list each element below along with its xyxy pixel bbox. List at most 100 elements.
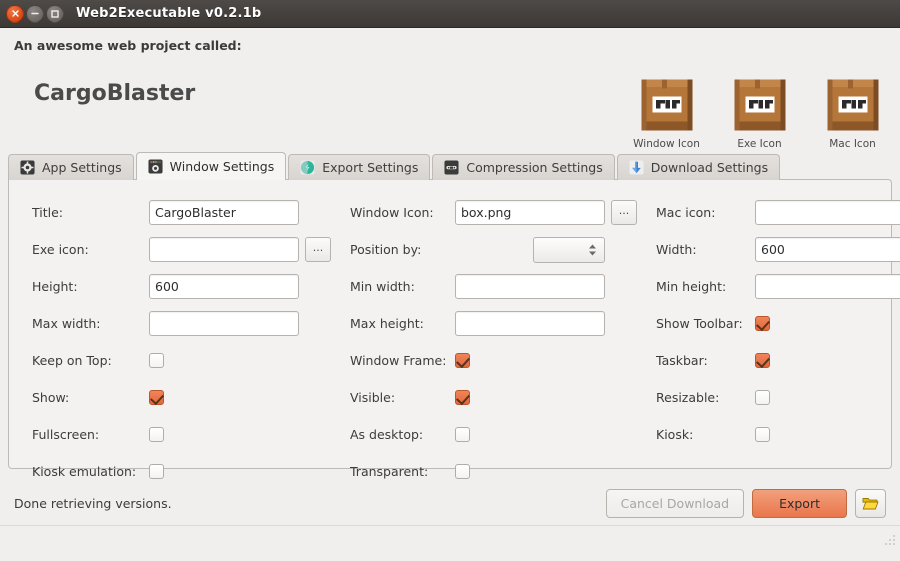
label-show-toolbar: Show Toolbar:	[656, 316, 743, 331]
label-kiosk: Kiosk:	[656, 427, 694, 442]
label-title: Title:	[32, 205, 63, 220]
label-resizable: Resizable:	[656, 390, 720, 405]
kiosk-checkbox[interactable]	[755, 427, 770, 442]
window-icon-browse-button[interactable]: ...	[611, 200, 637, 225]
tab-app-settings[interactable]: App Settings	[8, 154, 134, 180]
show-toolbar-checkbox[interactable]	[755, 316, 770, 331]
field-max-height-wrap	[455, 311, 605, 336]
field-min-height-wrap	[755, 274, 900, 299]
label-as-desktop: As desktop:	[350, 427, 424, 442]
as-desktop-checkbox[interactable]	[455, 427, 470, 442]
mac-icon-preview[interactable]: Mac Icon	[815, 76, 890, 150]
label-position-by: Position by:	[350, 242, 422, 257]
export-button[interactable]: Export	[752, 488, 847, 518]
field-position-by-wrap	[455, 236, 605, 263]
box-icon	[641, 79, 692, 131]
max-height-input[interactable]	[455, 311, 605, 336]
tab-label: App Settings	[42, 160, 122, 175]
field-keep-on-top-wrap	[149, 353, 299, 368]
window-icon-browse-wrap: ...	[605, 200, 643, 225]
window-titlebar: Web2Executable v0.2.1b	[0, 0, 900, 28]
window-icon	[148, 159, 163, 174]
field-width-wrap	[755, 237, 900, 262]
window-settings-panel: Title: Window Icon: ... Mac icon: ... Ex…	[8, 179, 900, 479]
maximize-button[interactable]	[46, 4, 64, 23]
gear-icon	[20, 160, 35, 175]
field-show-toolbar-wrap	[755, 316, 900, 331]
label-transparent: Transparent:	[350, 464, 429, 479]
window-icon-input[interactable]	[455, 200, 605, 225]
fullscreen-checkbox[interactable]	[149, 427, 164, 442]
field-window-icon-wrap	[455, 200, 605, 225]
min-width-input[interactable]	[455, 274, 605, 299]
field-transparent-wrap	[455, 464, 605, 479]
field-max-width-wrap	[149, 311, 299, 336]
mac-icon-caption: Mac Icon	[829, 138, 876, 150]
window-frame-checkbox[interactable]	[455, 353, 470, 368]
tab-export-settings[interactable]: Export Settings	[288, 154, 431, 180]
title-input[interactable]	[149, 200, 299, 225]
exe-icon-preview[interactable]: Exe Icon	[722, 76, 797, 150]
cancel-download-button[interactable]: Cancel Download	[605, 488, 745, 518]
exe-icon-browse-wrap: ...	[299, 237, 337, 262]
tab-download-settings[interactable]: Download Settings	[616, 154, 781, 180]
app-header: An awesome web project called: CargoBlas…	[0, 28, 900, 152]
box-icon	[827, 79, 878, 131]
tab-label: Compression Settings	[466, 160, 603, 175]
field-resizable-wrap	[755, 390, 900, 405]
kiosk-emulation-checkbox[interactable]	[149, 464, 164, 479]
label-height: Height:	[32, 279, 78, 294]
label-window-frame: Window Frame:	[350, 353, 447, 368]
label-empty	[643, 453, 755, 490]
label-taskbar: Taskbar:	[656, 353, 708, 368]
field-window-frame-wrap	[455, 353, 605, 368]
taskbar-checkbox[interactable]	[755, 353, 770, 368]
download-icon	[629, 160, 644, 175]
window-controls	[6, 4, 64, 23]
exe-icon-caption: Exe Icon	[737, 138, 782, 150]
transparent-checkbox[interactable]	[455, 464, 470, 479]
export-icon	[300, 160, 315, 175]
window-icon-preview[interactable]: Window Icon	[629, 76, 704, 150]
visible-checkbox[interactable]	[455, 390, 470, 405]
label-width: Width:	[656, 242, 697, 257]
close-button[interactable]	[6, 4, 24, 23]
show-checkbox[interactable]	[149, 390, 164, 405]
spinner-arrows-icon	[588, 244, 597, 256]
field-show-wrap	[149, 390, 299, 405]
label-show: Show:	[32, 390, 70, 405]
minimize-button[interactable]	[26, 4, 44, 23]
label-keep-on-top: Keep on Top:	[32, 353, 112, 368]
compression-icon	[444, 160, 459, 175]
box-icon	[734, 79, 785, 131]
field-height-wrap	[149, 274, 299, 299]
max-width-input[interactable]	[149, 311, 299, 336]
open-folder-button[interactable]	[855, 488, 886, 518]
min-height-input[interactable]	[755, 274, 900, 299]
field-kiosk-wrap	[755, 427, 900, 442]
resize-grip-icon[interactable]	[883, 532, 897, 546]
resizable-checkbox[interactable]	[755, 390, 770, 405]
width-input[interactable]	[755, 237, 900, 262]
position-by-spinner[interactable]	[533, 236, 605, 263]
label-min-height: Min height:	[656, 279, 727, 294]
window-icon-caption: Window Icon	[633, 138, 700, 150]
height-input[interactable]	[149, 274, 299, 299]
field-taskbar-wrap	[755, 353, 900, 368]
tab-window-settings[interactable]: Window Settings	[135, 152, 287, 180]
tab-compression-settings[interactable]: Compression Settings	[432, 154, 615, 180]
field-exe-icon-wrap	[149, 237, 299, 262]
keep-on-top-checkbox[interactable]	[149, 353, 164, 368]
label-max-width: Max width:	[32, 316, 101, 331]
exe-icon-browse-button[interactable]: ...	[305, 237, 331, 262]
settings-grid: Title: Window Icon: ... Mac icon: ... Ex…	[19, 194, 900, 490]
field-title-wrap	[149, 200, 299, 225]
field-as-desktop-wrap	[455, 427, 605, 442]
label-mac-icon: Mac icon:	[656, 205, 716, 220]
resize-strip	[0, 526, 900, 548]
exe-icon-input[interactable]	[149, 237, 299, 262]
label-window-icon: Window Icon:	[350, 205, 434, 220]
folder-open-icon	[862, 497, 879, 509]
mac-icon-input[interactable]	[755, 200, 900, 225]
field-kiosk-emulation-wrap	[149, 464, 299, 479]
